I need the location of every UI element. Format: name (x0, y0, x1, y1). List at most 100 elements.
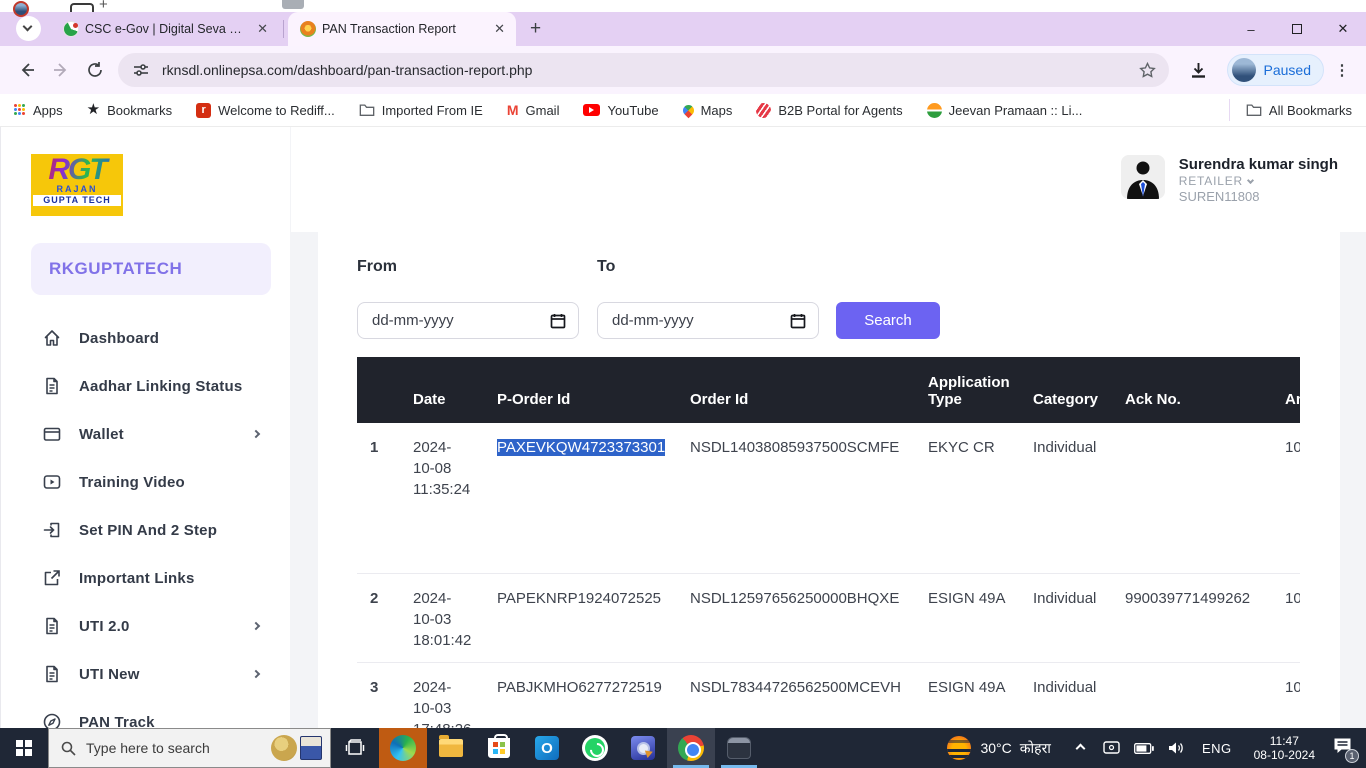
document-icon (42, 376, 62, 396)
bookmark-label: B2B Portal for Agents (778, 103, 902, 118)
tab-csc-egov[interactable]: CSC e-Gov | Digital Seva Portal ✕ (51, 12, 279, 46)
reload-icon (86, 61, 104, 79)
user-role[interactable]: RETAILER (1179, 174, 1338, 189)
search-icon (61, 741, 76, 756)
bookmark-jeevan-pramaan[interactable]: Jeevan Pramaan :: Li... (927, 103, 1083, 118)
sidebar-item-training-video[interactable]: Training Video (1, 458, 291, 506)
from-date-input[interactable]: dd-mm-yyyy (357, 302, 579, 339)
sidebar-item-uti-new[interactable]: UTI New (1, 650, 291, 698)
bookmark-bookmarks[interactable]: ★ Bookmarks (87, 103, 172, 118)
table-row[interactable]: 2 2024- 10-03 18:01:42 PAPEKNRP192407252… (357, 573, 1300, 662)
all-bookmarks-button[interactable]: All Bookmarks (1229, 99, 1352, 121)
sidebar-brand[interactable]: RKGUPTATECH (31, 243, 271, 295)
taskbar-whatsapp-button[interactable] (571, 728, 619, 768)
site-settings-icon[interactable] (130, 59, 152, 81)
tab-close-icon[interactable]: ✕ (254, 21, 271, 37)
bookmark-label: Imported From IE (382, 103, 483, 118)
bookmark-apps[interactable]: Apps (14, 103, 63, 118)
taskbar-store-button[interactable] (475, 728, 523, 768)
notification-center-button[interactable]: 1 (1333, 737, 1352, 759)
temperature: 30°C (980, 740, 1011, 756)
cell-ack-no (1125, 423, 1285, 573)
sidebar-item-pan-track[interactable]: PAN Track (1, 698, 291, 728)
taskbar-file-explorer-button[interactable] (427, 728, 475, 768)
bookmark-youtube[interactable]: YouTube (583, 103, 658, 118)
taskbar-media-app-button[interactable] (619, 728, 667, 768)
back-button[interactable] (10, 53, 44, 87)
task-view-button[interactable] (331, 728, 379, 768)
taskbar-edge-button[interactable] (379, 728, 427, 768)
bookmark-maps[interactable]: Maps (683, 103, 733, 118)
bookmark-star-icon[interactable] (1133, 55, 1163, 85)
cell-application-type: ESIGN 49A (928, 573, 1033, 662)
tab-title: CSC e-Gov | Digital Seva Portal (85, 22, 248, 36)
downloads-button[interactable] (1181, 52, 1217, 88)
user-menu[interactable]: Surendra kumar singh RETAILER SUREN11808 (1121, 155, 1338, 205)
table-row[interactable]: 3 2024- 10-03 17:48:26 PABJKMHO627727251… (357, 662, 1300, 728)
gmail-icon: M (507, 102, 519, 118)
forward-button[interactable] (44, 53, 78, 87)
star-icon: ★ (87, 104, 100, 116)
tray-volume-icon[interactable] (1168, 741, 1185, 755)
taskbar-clock[interactable]: 11:47 08-10-2024 (1254, 734, 1315, 762)
back-arrow-icon (18, 61, 36, 79)
bookmark-imported-from-ie[interactable]: Imported From IE (359, 103, 483, 118)
address-bar[interactable]: rknsdl.onlinepsa.com/dashboard/pan-trans… (118, 53, 1169, 87)
sidebar-item-important-links[interactable]: Important Links (1, 554, 291, 602)
taskbar-outlook-button[interactable]: O (523, 728, 571, 768)
sidebar-item-uti-20[interactable]: UTI 2.0 (1, 602, 291, 650)
weather-widget[interactable]: 30°C कोहरा (947, 736, 1050, 760)
transactions-table-wrap[interactable]: Date P-Order Id Order Id Application Typ… (357, 357, 1300, 728)
close-button[interactable]: ✕ (1320, 12, 1366, 46)
bookmark-rediff[interactable]: r Welcome to Rediff... (196, 103, 335, 118)
browser-menu-button[interactable]: ⋮ (1330, 58, 1354, 82)
table-row[interactable]: 1 2024- 10-08 11:35:24 PAXEVKQW472337330… (357, 423, 1300, 573)
medal-box-icon[interactable] (300, 736, 322, 760)
weather-condition: कोहरा (1020, 739, 1051, 758)
taskbar-search-box[interactable]: Type here to search (48, 728, 331, 768)
col-order-id: Order Id (690, 357, 928, 423)
user-meta: Surendra kumar singh RETAILER SUREN11808 (1179, 155, 1338, 205)
tab-search-button[interactable] (16, 16, 41, 41)
selected-text[interactable]: PAXEVKQW4723373301 (497, 439, 665, 456)
sidebar-item-label: Important Links (79, 570, 195, 587)
col-p-order-id: P-Order Id (497, 357, 690, 423)
nobel-medal-icon[interactable] (271, 735, 297, 761)
url-text[interactable]: rknsdl.onlinepsa.com/dashboard/pan-trans… (162, 62, 1133, 78)
calendar-icon[interactable] (550, 313, 566, 329)
sidebar-item-aadhar-linking-status[interactable]: Aadhar Linking Status (1, 362, 291, 410)
taskbar-chrome-button[interactable] (667, 728, 715, 768)
tab-divider (283, 20, 284, 38)
tray-battery-icon[interactable] (1134, 743, 1154, 754)
browser-profile-button[interactable]: Paused (1227, 54, 1324, 86)
tab-title: PAN Transaction Report (322, 22, 485, 36)
sidebar-item-label: Set PIN And 2 Step (79, 522, 217, 539)
cell-p-order-id[interactable]: PAXEVKQW4723373301 (497, 423, 690, 573)
to-date-input[interactable]: dd-mm-yyyy (597, 302, 819, 339)
cell-date: 2024- 10-08 11:35:24 (413, 423, 497, 573)
maximize-button[interactable] (1274, 12, 1320, 46)
bookmark-gmail[interactable]: M Gmail (507, 102, 560, 118)
sidebar-item-set-pin[interactable]: Set PIN And 2 Step (1, 506, 291, 554)
cell-date: 2024- 10-03 17:48:26 (413, 662, 497, 728)
tab-close-icon[interactable]: ✕ (491, 21, 508, 37)
tray-overflow-chevron-icon[interactable] (1075, 743, 1085, 753)
page-viewport: RGT RAJAN GUPTA TECH RKGUPTATECH Dashboa… (0, 127, 1366, 728)
reload-button[interactable] (78, 53, 112, 87)
clock-time: 11:47 (1254, 734, 1315, 748)
calendar-icon[interactable] (790, 313, 806, 329)
start-button[interactable] (0, 728, 48, 768)
taskbar-dark-app-button[interactable] (715, 728, 763, 768)
sidebar-item-wallet[interactable]: Wallet (1, 410, 291, 458)
tray-cast-icon[interactable] (1103, 741, 1120, 755)
chrome-icon (678, 735, 704, 761)
new-tab-button[interactable]: + (530, 18, 541, 40)
tab-pan-transaction-report[interactable]: PAN Transaction Report ✕ (288, 12, 516, 46)
screen: + CSC e-Gov | Digital Seva Portal ✕ PAN … (0, 0, 1366, 768)
language-indicator[interactable]: ENG (1202, 741, 1232, 756)
search-button[interactable]: Search (836, 302, 940, 339)
sidebar-item-dashboard[interactable]: Dashboard (1, 314, 291, 362)
video-icon (42, 472, 62, 492)
bookmark-b2b-portal[interactable]: B2B Portal for Agents (756, 103, 902, 118)
minimize-button[interactable]: – (1228, 12, 1274, 46)
